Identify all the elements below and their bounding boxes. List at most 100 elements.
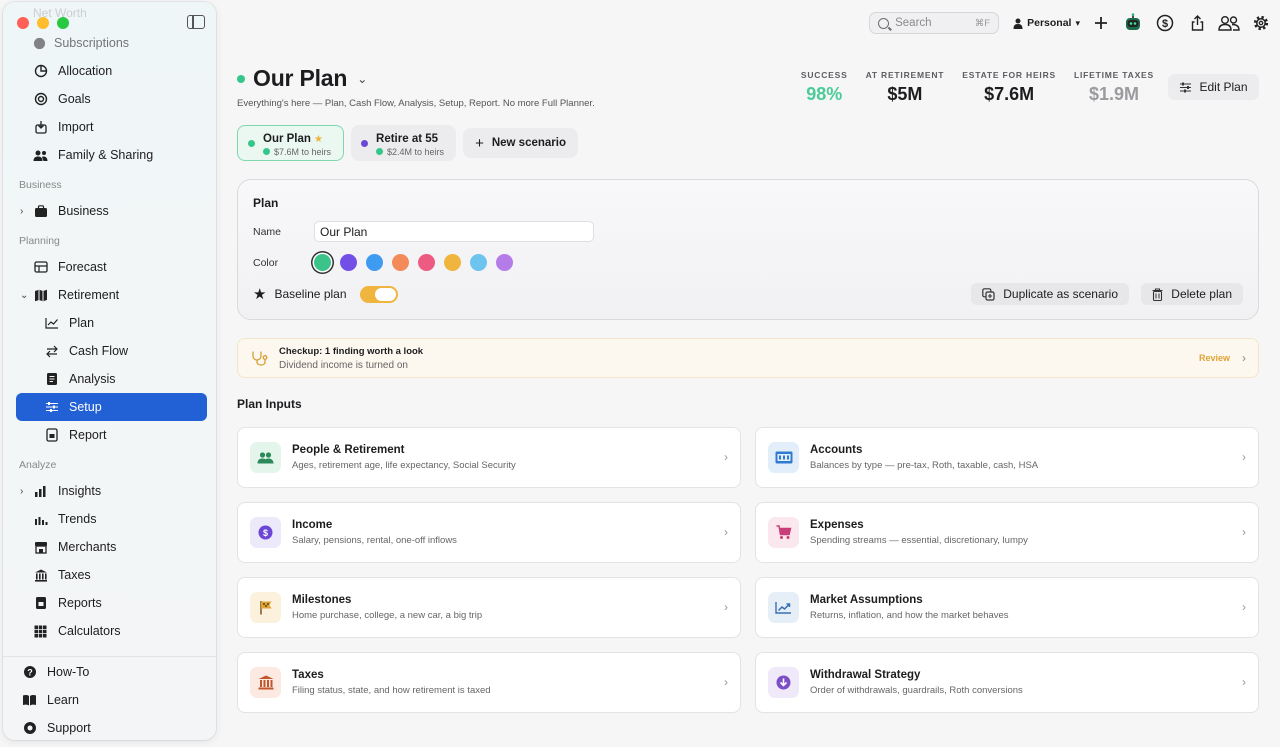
card-subtitle: Salary, pensions, rental, one-off inflow…: [292, 535, 457, 546]
chevron-right-icon: ›: [1242, 600, 1246, 614]
duplicate-scenario-button[interactable]: Duplicate as scenario: [971, 283, 1129, 305]
color-swatch-pink[interactable]: [418, 254, 435, 271]
sidebar-item-reports[interactable]: Reports: [16, 589, 207, 617]
zoom-window-button[interactable]: [57, 17, 69, 29]
coin-icon: $: [250, 517, 281, 548]
sidebar-item-insights[interactable]: › Insights: [16, 477, 207, 505]
search-input[interactable]: Search ⌘F: [869, 12, 1000, 34]
sidebar-item-forecast[interactable]: Forecast: [16, 253, 207, 281]
sidebar-item-business[interactable]: › Business: [16, 197, 207, 225]
flag-icon: [250, 592, 281, 623]
section-label-business: Business: [19, 179, 62, 191]
sidebar-item-label: Support: [47, 721, 91, 735]
sidebar-item-calculators[interactable]: Calculators: [16, 617, 207, 645]
plan-stats: SUCCESS 98% AT RETIREMENT $5M ESTATE FOR…: [801, 70, 1154, 105]
page-subtitle: Everything's here — Plan, Cash Flow, Ana…: [237, 98, 595, 109]
sidebar-item-import[interactable]: Import: [16, 113, 207, 141]
chevron-down-icon[interactable]: ⌄: [20, 290, 28, 301]
add-icon[interactable]: [1090, 12, 1112, 34]
page-title[interactable]: Our Plan: [253, 65, 347, 92]
sidebar-item-howto[interactable]: ? How-To: [16, 658, 207, 686]
trash-icon: [1152, 287, 1163, 301]
card-accounts[interactable]: Accounts Balances by type — pre-tax, Rot…: [755, 427, 1259, 488]
share-icon[interactable]: [1186, 12, 1208, 34]
color-swatch-green[interactable]: [314, 254, 331, 271]
card-taxes[interactable]: Taxes Filing status, state, and how reti…: [237, 652, 741, 713]
sidebar-toggle-icon[interactable]: [187, 15, 205, 29]
new-scenario-label: New scenario: [491, 137, 566, 149]
new-scenario-button[interactable]: + New scenario: [463, 128, 578, 158]
sidebar-item-support[interactable]: Support: [16, 714, 207, 740]
people-sharing-icon[interactable]: [1218, 12, 1240, 34]
sidebar-item-goals[interactable]: Goals: [16, 85, 207, 113]
sidebar-item-taxes[interactable]: Taxes: [16, 561, 207, 589]
sidebar-item-cash-flow[interactable]: Cash Flow: [16, 337, 207, 365]
chevron-down-icon[interactable]: ⌄: [357, 72, 367, 86]
sidebar-item-label: How-To: [47, 665, 90, 679]
card-expenses[interactable]: Expenses Spending streams — essential, d…: [755, 502, 1259, 563]
card-market-assumptions[interactable]: Market Assumptions Returns, inflation, a…: [755, 577, 1259, 638]
delete-label: Delete plan: [1171, 287, 1232, 301]
color-swatch-light-blue[interactable]: [470, 254, 487, 271]
color-swatch-orange[interactable]: [392, 254, 409, 271]
color-label: Color: [253, 257, 279, 269]
search-shortcut: ⌘F: [974, 17, 991, 29]
card-subtitle: Ages, retirement age, life expectancy, S…: [292, 460, 516, 471]
sidebar-item-retirement[interactable]: ⌄ Retirement: [16, 281, 207, 309]
sidebar-item-label: Analysis: [69, 372, 116, 386]
plan-name-field[interactable]: Our Plan: [314, 221, 594, 242]
sidebar-item-merchants[interactable]: Merchants: [16, 533, 207, 561]
sidebar-item-label: Retirement: [58, 288, 120, 302]
card-withdrawal-strategy[interactable]: Withdrawal Strategy Order of withdrawals…: [755, 652, 1259, 713]
forecast-icon: [33, 260, 48, 275]
color-swatch-yellow[interactable]: [444, 254, 461, 271]
review-link[interactable]: Review: [1199, 353, 1230, 363]
book-icon: [22, 693, 37, 708]
minimize-window-button[interactable]: [37, 17, 49, 29]
dollar-refresh-icon[interactable]: $: [1154, 12, 1176, 34]
card-title: Accounts: [810, 444, 863, 456]
sidebar-item-learn[interactable]: Learn: [16, 686, 207, 714]
robot-assistant-icon[interactable]: [1122, 12, 1144, 34]
chevron-right-icon: ›: [1242, 351, 1246, 365]
scenario-name: Retire at 55: [376, 132, 439, 145]
sidebar-item-analysis[interactable]: Analysis: [16, 365, 207, 393]
baseline-toggle[interactable]: [359, 285, 398, 303]
sidebar-item-label: Reports: [58, 596, 102, 610]
gear-icon[interactable]: [1250, 12, 1272, 34]
sidebar-item-label: Learn: [47, 693, 79, 707]
scenario-tab-our-plan[interactable]: Our Plan ★ $7.6M to heirs: [237, 125, 345, 161]
duplicate-icon: [982, 287, 995, 301]
color-swatch-lavender[interactable]: [496, 254, 513, 271]
plus-icon: +: [475, 134, 484, 152]
checkup-banner[interactable]: Checkup: 1 finding worth a look Dividend…: [237, 338, 1259, 378]
chevron-right-icon: ›: [1242, 675, 1246, 689]
close-window-button[interactable]: [17, 17, 29, 29]
chevron-right-icon: ›: [724, 525, 728, 539]
profile-switcher[interactable]: Personal ▾: [1013, 17, 1080, 29]
sidebar-item-label: Forecast: [58, 260, 107, 274]
scenario-tab-retire-at-55[interactable]: Retire at 55 $2.4M to heirs: [351, 125, 457, 161]
sidebar-item-trends[interactable]: Trends: [16, 505, 207, 533]
color-swatch-blue[interactable]: [366, 254, 383, 271]
edit-plan-button[interactable]: Edit Plan: [1168, 74, 1259, 100]
sidebar-item-report[interactable]: Report: [16, 421, 207, 449]
card-income[interactable]: $ Income Salary, pensions, rental, one-o…: [237, 502, 741, 563]
card-title: Market Assumptions: [810, 594, 923, 606]
sidebar-item-label: Merchants: [58, 540, 117, 554]
card-people-retirement[interactable]: People & Retirement Ages, retirement age…: [237, 427, 741, 488]
card-title: Income: [292, 519, 333, 531]
delete-plan-button[interactable]: Delete plan: [1141, 283, 1243, 305]
color-swatch-purple[interactable]: [340, 254, 357, 271]
sidebar-item-allocation[interactable]: Allocation: [16, 57, 207, 85]
chevron-right-icon[interactable]: ›: [20, 486, 23, 497]
chevron-right-icon[interactable]: ›: [20, 206, 23, 217]
card-milestones[interactable]: Milestones Home purchase, college, a new…: [237, 577, 741, 638]
cart-icon: [768, 517, 799, 548]
sidebar-item-setup[interactable]: Setup: [16, 393, 207, 421]
sidebar-item-plan[interactable]: Plan: [16, 309, 207, 337]
sidebar-item-family-sharing[interactable]: Family & Sharing: [16, 141, 207, 169]
bank-icon: [250, 667, 281, 698]
sidebar-item-subscriptions[interactable]: Subscriptions: [33, 36, 129, 50]
window-controls: [17, 17, 69, 29]
